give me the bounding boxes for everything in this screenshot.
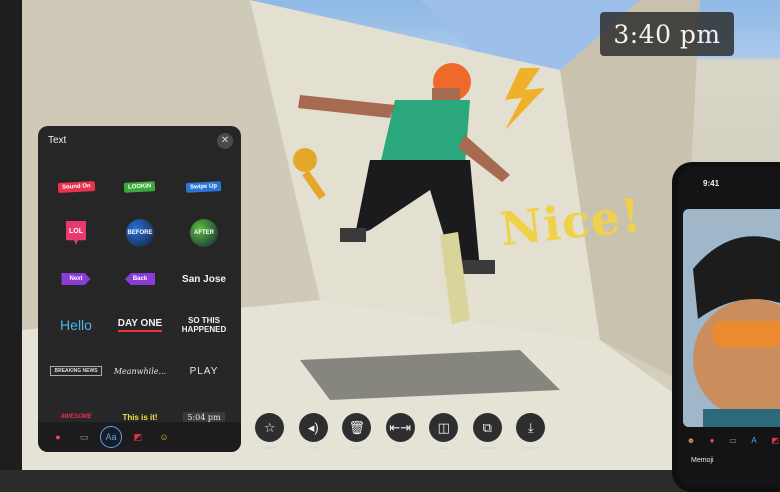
sticker-san-jose[interactable]: San Jose [172,256,236,302]
panel-tab-bar: ● ▭ Aa ◩ ☺ [38,422,241,452]
sticker-next[interactable]: Next [44,256,108,302]
trim-icon: ⇤⇥ [385,413,415,442]
memoji-icon: ☻ [686,435,696,445]
split-button[interactable]: ◫ Split [422,413,466,470]
tab-filters[interactable]: ● [48,427,68,447]
sticker-icon: ◩ [133,431,143,442]
memoji-avatar [683,209,780,427]
delete-button-label: Delete [350,445,363,450]
sticker-before[interactable]: BEFORE [108,210,172,256]
tab-stickers[interactable]: ◩ [128,427,148,447]
effects-button[interactable]: ☆ Effects [248,413,292,470]
trim-button[interactable]: ⇤⇥ Trim [379,413,423,470]
phone-memoji-tab[interactable]: ☻ [683,432,699,448]
text-aa-icon: A [751,435,757,445]
split-button-label: Split [439,445,448,450]
mute-button-label: Mute [308,445,318,450]
star-icon: ☆ [255,413,285,442]
sticker-after[interactable]: AFTER [172,210,236,256]
speech-bubble-icon: ▭ [729,435,737,445]
sticker-meanwhile-label: Meanwhile... [113,366,167,376]
sticker-after-label: AFTER [190,219,218,247]
save-clip-button-label: Save Clip [522,445,540,450]
phone-titles-tab[interactable]: ▭ [725,432,741,448]
speaker-icon: ◂) [298,413,328,442]
trash-icon: 🗑 [342,413,372,442]
download-icon: ⤓ [516,413,546,442]
sticker-awesome-label: AWESOME [60,414,92,420]
iphone-device: 9:41 ☻ ● ▭ A ◩ Memoji [672,162,780,492]
time-title-overlay[interactable]: 3:40 pm [600,12,734,56]
color-filters-icon: ● [55,432,61,442]
sticker-sound-on[interactable]: Sound On [44,164,108,210]
sticker-lookin-label: LOOKIN [124,181,156,193]
sticker-grid: Sound On LOOKIN Swipe Up LOL BEFORE AFTER Next… [44,164,236,440]
duplicate-button-label: Duplicate [478,445,496,450]
sticker-next-label: Next [61,273,91,285]
phone-filters-tab[interactable]: ● [704,432,720,448]
delete-button[interactable]: 🗑 Delete [335,413,379,470]
split-icon: ◫ [429,413,459,442]
phone-mode-label: Memoji [691,457,714,464]
clip-toolbar: ☆ Effects ◂) Mute 🗑 Delete ⇤⇥ Trim ◫ Split ⧉ Duplic… [248,413,553,470]
sticker-so-this-happened-label: SO THIS HAPPENED [181,316,227,334]
save-clip-button[interactable]: ⤓ Save Clip [509,413,553,470]
color-filters-icon: ● [709,435,715,445]
sticker-breaking-news[interactable]: BREAKING NEWS [44,348,108,394]
duplicate-button[interactable]: ⧉ Duplicate [466,413,510,470]
sticker-swipe-up[interactable]: Swipe Up [172,164,236,210]
sticker-back[interactable]: Back [108,256,172,302]
sticker-lol[interactable]: LOL [44,210,108,256]
mute-button[interactable]: ◂) Mute [292,413,336,470]
ipad-bezel [0,0,22,470]
tab-titles[interactable]: ▭ [74,427,94,447]
sticker-back-label: Back [124,273,156,285]
sticker-play-label: PLAY [189,365,219,377]
phone-text-tab[interactable]: A [746,432,762,448]
panel-title: Text [48,135,67,146]
sticker-breaking-news-label: BREAKING NEWS [50,366,102,376]
effects-button-label: Effects [263,445,276,450]
duplicate-icon: ⧉ [472,413,502,442]
text-aa-icon: Aa [105,432,117,442]
sticker-hello[interactable]: Hello [44,302,108,348]
close-icon[interactable]: ✕ [217,133,233,149]
text-sticker-panel: Text ✕ Sound On LOOKIN Swipe Up LOL BEFORE AF… [38,126,241,452]
sticker-day-one-label: DAY ONE [117,318,163,332]
sticker-icon: ◩ [771,435,779,445]
tab-emoji[interactable]: ☺ [154,427,174,447]
phone-stickers-tab[interactable]: ◩ [767,432,780,448]
sticker-before-label: BEFORE [126,219,154,247]
sticker-swipe-up-label: Swipe Up [186,181,222,193]
sticker-this-is-it-label: This is it! [122,412,158,422]
sticker-meanwhile[interactable]: Meanwhile... [108,348,172,394]
sticker-day-one[interactable]: DAY ONE [108,302,172,348]
sticker-so-this-happened[interactable]: SO THIS HAPPENED [172,302,236,348]
sticker-san-jose-label: San Jose [182,273,226,285]
emoji-icon: ☺ [159,432,169,442]
tab-text[interactable]: Aa [100,426,122,448]
trim-button-label: Trim [396,445,405,450]
memoji-camera-view [683,209,780,427]
phone-screen: 9:41 ☻ ● ▭ A ◩ Memoji [677,167,780,487]
sticker-play[interactable]: PLAY [172,348,236,394]
speech-bubble-icon: ▭ [79,431,89,442]
sticker-sound-on-label: Sound On [57,181,95,193]
sticker-lol-label: LOL [66,221,86,245]
phone-tool-bar: ☻ ● ▭ A ◩ [683,429,780,451]
sticker-clock-label: 5:04 pm [183,411,225,423]
sticker-lookin[interactable]: LOOKIN [108,164,172,210]
phone-status-time: 9:41 [703,179,720,188]
sticker-hello-label: Hello [60,317,92,333]
